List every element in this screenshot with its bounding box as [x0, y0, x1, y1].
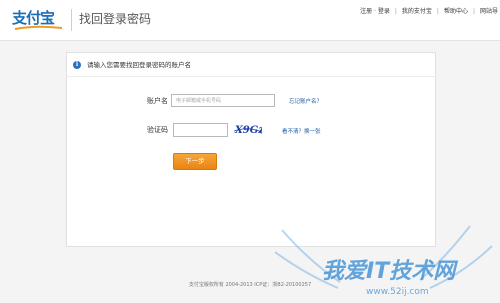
top-header: 支付宝 找回登录密码 注册 · 登录 | 我的支付宝 | 帮助中心 | 网站导: [0, 0, 500, 41]
account-input[interactable]: [171, 94, 275, 107]
header-divider: [71, 9, 72, 31]
forgot-account-link[interactable]: 忘记账户名？: [289, 98, 322, 106]
notice-divider: [67, 76, 435, 77]
captcha-image[interactable]: X9Gz: [234, 123, 262, 136]
nav-my-alipay[interactable]: 我的支付宝: [402, 8, 432, 16]
account-label: 账户名: [147, 97, 168, 105]
next-step-button[interactable]: 下一步: [173, 153, 217, 170]
alipay-logo[interactable]: 支付宝: [12, 8, 64, 30]
page-title: 找回登录密码: [79, 12, 152, 26]
watermark-logo: 我爱IT技术网 www.52ij.com: [274, 225, 493, 297]
logo-swoosh-icon: [14, 25, 63, 30]
top-nav: 注册 · 登录 | 我的支付宝 | 帮助中心 | 网站导: [360, 8, 498, 16]
nav-separator: |: [472, 8, 475, 15]
watermark-text: 我爱IT技术网: [322, 259, 458, 284]
nav-site-map[interactable]: 网站导: [480, 8, 498, 16]
refresh-captcha-link[interactable]: 看不清？换一张: [282, 128, 321, 136]
notice-text: 请输入您需要找回登录密码的账户名: [87, 61, 191, 69]
captcha-label: 验证码: [147, 126, 168, 134]
watermark-url: www.52ij.com: [366, 287, 429, 297]
nav-separator: |: [394, 8, 397, 15]
nav-help-center[interactable]: 帮助中心: [444, 8, 468, 16]
nav-register-login[interactable]: 注册 · 登录: [360, 8, 390, 16]
recover-password-panel: i 请输入您需要找回登录密码的账户名 账户名 忘记账户名？ 验证码 X9Gz 看…: [66, 52, 436, 247]
notice-bar: i 请输入您需要找回登录密码的账户名: [73, 60, 191, 70]
info-icon: i: [73, 61, 81, 69]
captcha-input[interactable]: [173, 123, 228, 137]
nav-separator: |: [436, 8, 439, 15]
